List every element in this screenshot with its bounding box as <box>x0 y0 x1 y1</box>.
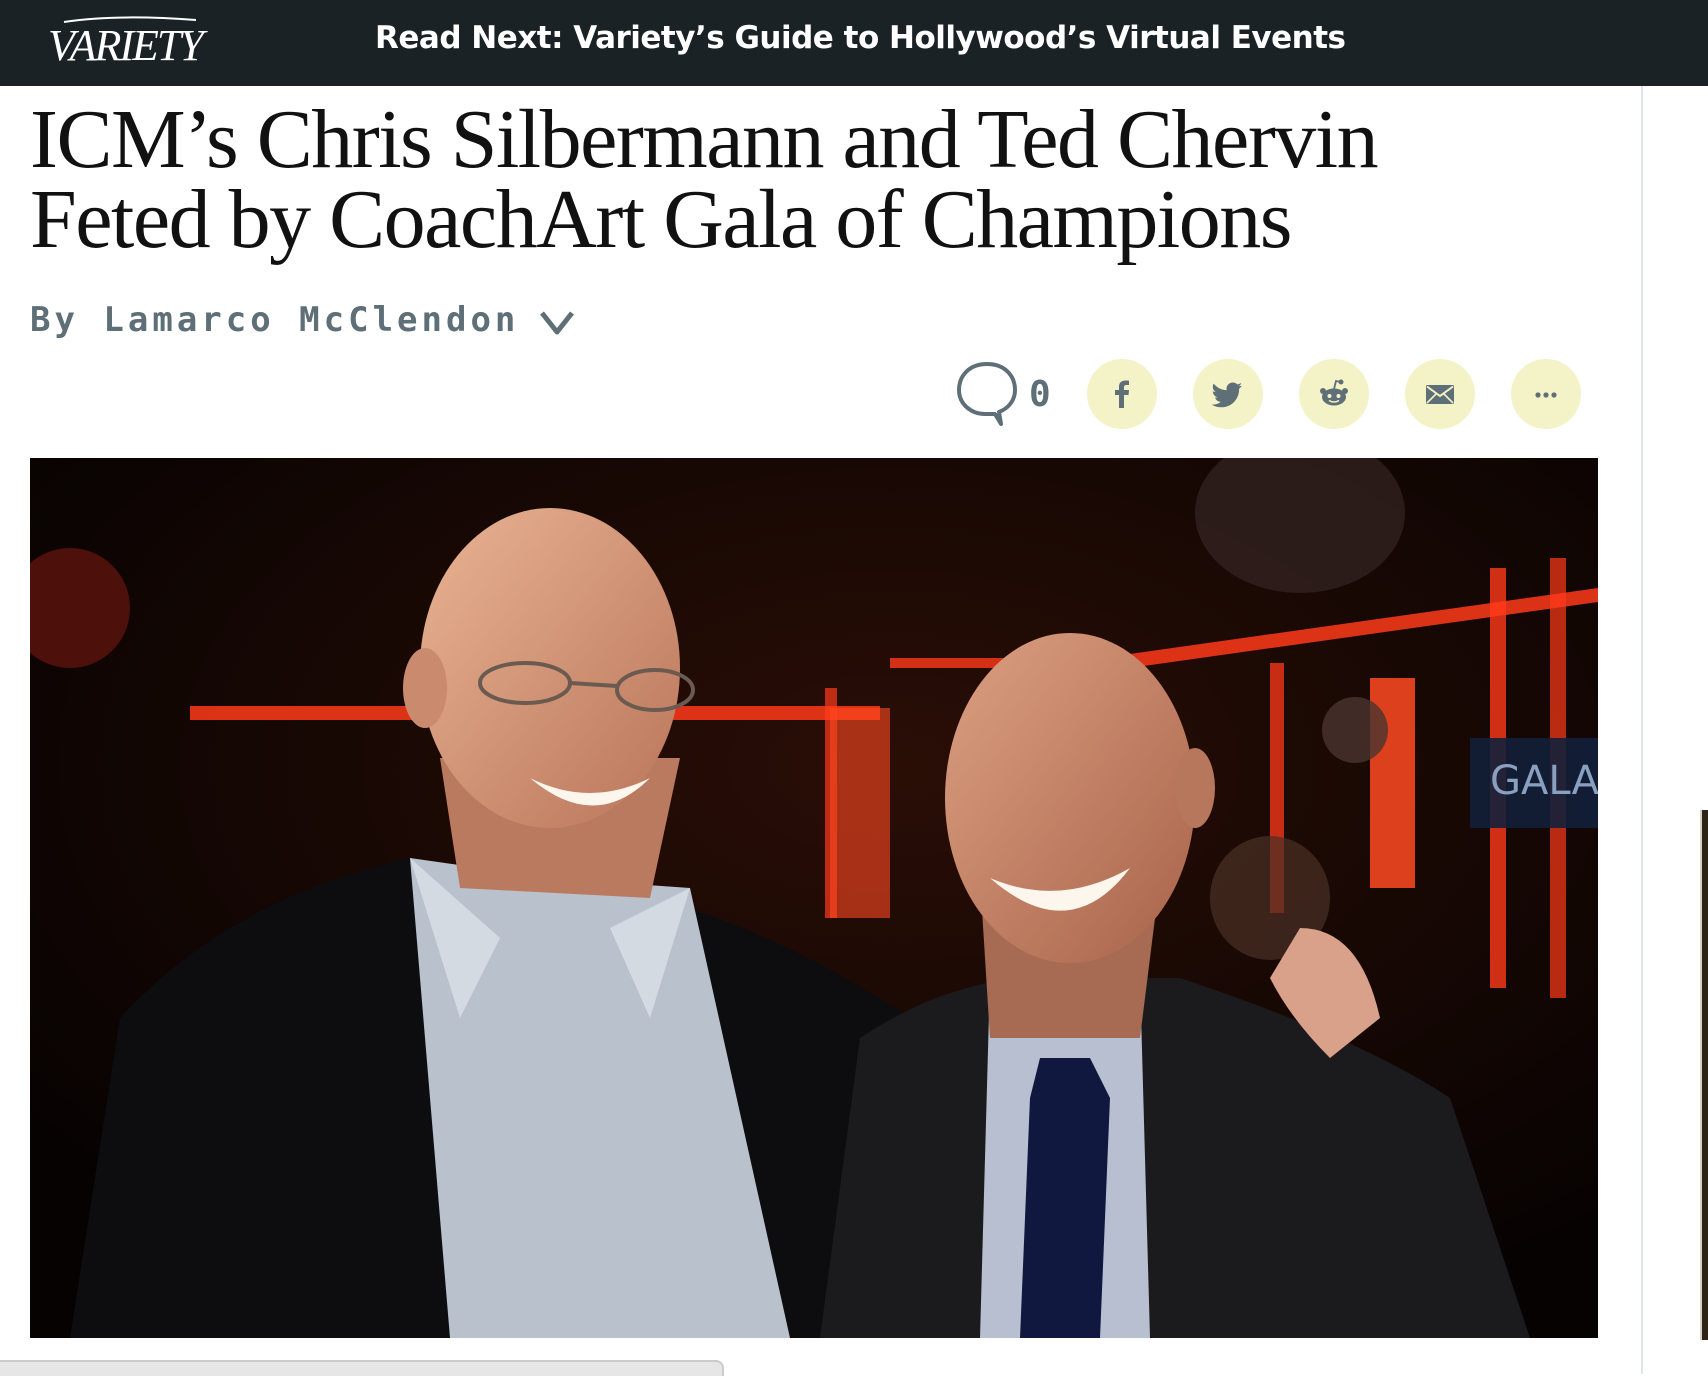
author-name[interactable]: By Lamarco McClendon <box>30 300 519 340</box>
variety-logo[interactable]: VARIETY <box>46 10 216 72</box>
facebook-share-button[interactable] <box>1086 359 1157 429</box>
article-headline: ICM’s Chris Silbermann and Ted Chervin F… <box>30 98 1610 262</box>
comment-icon[interactable] <box>955 358 1019 430</box>
article-featured-image: GALA <box>30 458 1598 1338</box>
byline[interactable]: By Lamarco McClendon <box>30 300 575 340</box>
svg-text:VARIETY: VARIETY <box>48 21 208 70</box>
more-share-button[interactable] <box>1510 359 1581 429</box>
read-next-link[interactable]: Read Next: Variety’s Guide to Hollywood’… <box>375 20 1346 56</box>
sidebar-thumbnail-edge <box>1700 810 1708 1340</box>
page-divider <box>1641 86 1643 1374</box>
comment-count[interactable]: 0 <box>1029 374 1051 415</box>
more-icon <box>1535 392 1557 398</box>
email-share-button[interactable] <box>1404 359 1475 429</box>
reddit-share-button[interactable] <box>1298 359 1369 429</box>
reddit-icon <box>1319 379 1348 406</box>
headline-line-2: Feted by CoachArt Gala of Champions <box>30 173 1292 266</box>
email-icon <box>1425 385 1454 404</box>
gala-sign-text: GALA <box>1490 758 1598 804</box>
top-navigation-bar: VARIETY Read Next: Variety’s Guide to Ho… <box>0 0 1708 86</box>
share-bar: 0 <box>955 358 1581 430</box>
twitter-share-button[interactable] <box>1192 359 1263 429</box>
chevron-down-icon[interactable] <box>539 306 575 335</box>
twitter-icon <box>1211 382 1242 408</box>
facebook-icon <box>1114 380 1129 408</box>
